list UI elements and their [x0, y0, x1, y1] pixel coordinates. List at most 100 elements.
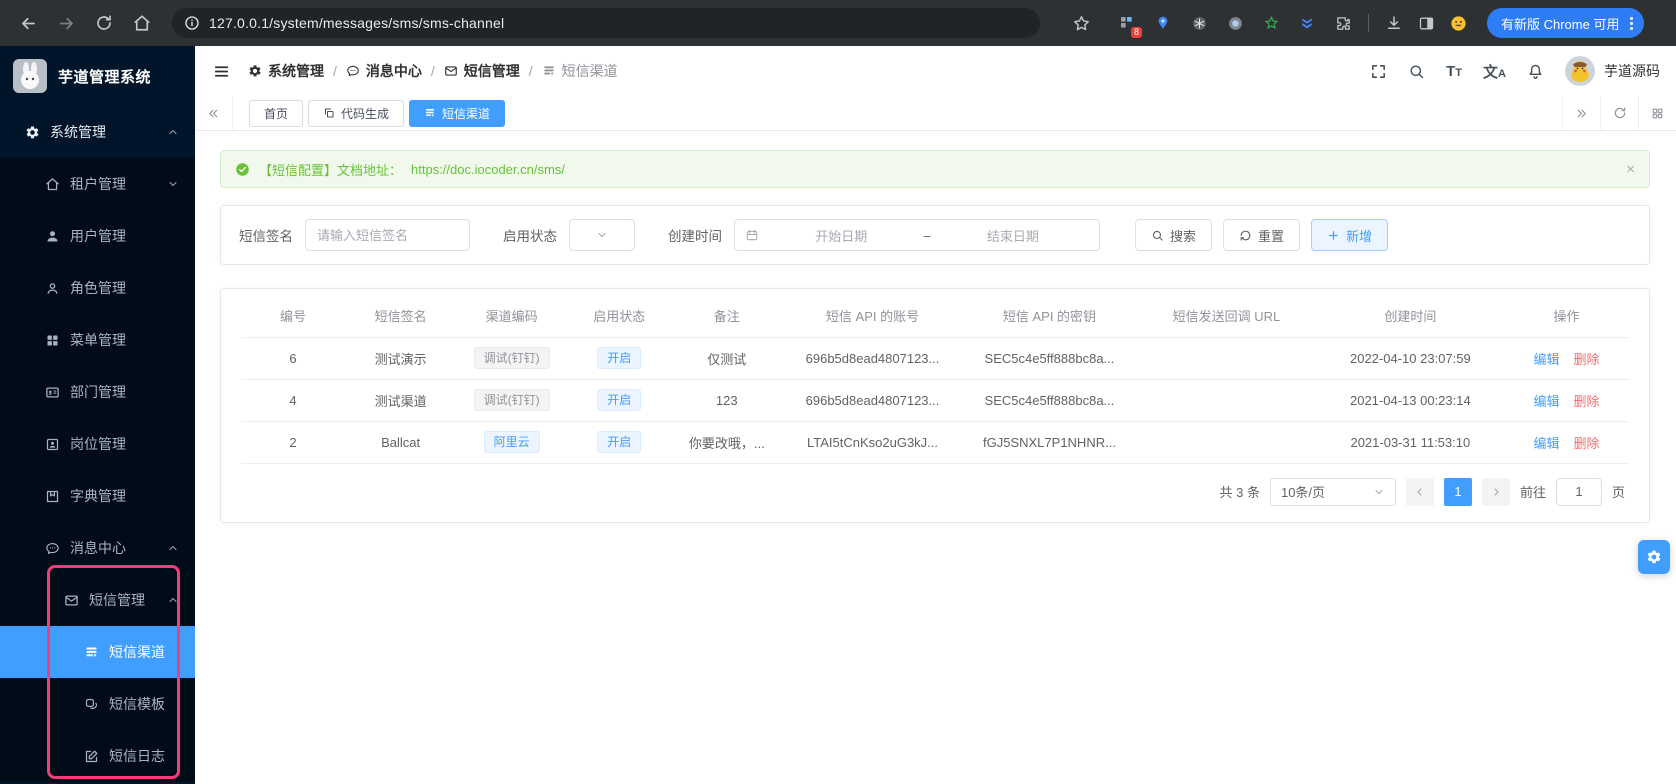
sign-input[interactable] [305, 219, 470, 251]
delete-link[interactable]: 删除 [1574, 352, 1600, 367]
sidebar-item-tenant[interactable]: 租户管理 [0, 158, 195, 210]
prev-page-button[interactable] [1405, 477, 1434, 506]
browser-toolbar: 127.0.0.1/system/messages/sms/sms-channe… [0, 0, 1676, 46]
tabs-options-button[interactable] [1638, 96, 1676, 130]
edit-link[interactable]: 编辑 [1534, 352, 1560, 367]
cell-api-secret: SEC5c4e5ff888bc8a... [962, 379, 1137, 422]
user-icon [47, 230, 58, 241]
total-count: 共 3 条 [1219, 485, 1260, 500]
double-chevron-left-icon [209, 109, 218, 117]
browser-menu-icon[interactable] [1625, 16, 1638, 30]
cell-channel: 调试(钉钉) [456, 337, 568, 380]
delete-link[interactable]: 删除 [1574, 394, 1600, 409]
sidebar-item-user[interactable]: 用户管理 [0, 210, 195, 262]
doc-alert: 【短信配置】文档地址： https://doc.iocoder.cn/sms/ … [220, 150, 1650, 188]
url-bar[interactable]: 127.0.0.1/system/messages/sms/sms-channe… [172, 8, 1040, 38]
reload-button[interactable] [88, 7, 120, 39]
add-button[interactable]: 新增 [1311, 219, 1389, 251]
cell-id: 4 [241, 379, 346, 422]
sidebar-item-label: 角色管理 [70, 280, 126, 296]
tab-sms-channel[interactable]: 短信渠道 [409, 99, 506, 127]
forward-button[interactable] [50, 7, 82, 39]
alert-close-icon[interactable]: × [1626, 161, 1635, 178]
sms-template-icon [85, 698, 98, 709]
sidebar-item-label: 短信管理 [89, 592, 145, 608]
chrome-update-button[interactable]: 有新版 Chrome 可用 [1487, 8, 1645, 38]
doc-link[interactable]: https://doc.iocoder.cn/sms/ [411, 162, 565, 177]
search-button[interactable]: 搜索 [1135, 219, 1213, 251]
sidebar-item-sms-channel[interactable]: 短信渠道 [0, 626, 195, 678]
collapse-sidebar-button[interactable] [213, 63, 230, 80]
extension-globe-icon[interactable] [1186, 10, 1212, 36]
emoji-extension-icon[interactable] [1445, 10, 1471, 36]
locale-icon[interactable]: 文A [1483, 61, 1506, 82]
extension-circle-icon[interactable] [1222, 10, 1248, 36]
font-size-icon[interactable]: TT [1446, 63, 1462, 80]
fullscreen-icon[interactable] [1370, 63, 1387, 80]
sidebar-item-dict[interactable]: 字典管理 [0, 470, 195, 522]
page-size-value: 10条/页 [1280, 485, 1326, 500]
date-range-picker[interactable]: 开始日期 – 结束日期 [734, 219, 1100, 251]
sidebar-item-sms[interactable]: 短信管理 [0, 574, 195, 626]
id-card-icon [46, 387, 59, 397]
sidebar-item-label: 消息中心 [70, 540, 126, 556]
cell-remark: 123 [671, 379, 783, 422]
house-icon [46, 177, 59, 190]
cell-id: 6 [241, 337, 346, 380]
chevron-up-icon [169, 545, 177, 551]
sidebar-item-sms-log[interactable]: 短信日志 [0, 730, 195, 782]
double-chevron-down-icon [1302, 18, 1312, 29]
bell-icon[interactable] [1527, 63, 1544, 80]
tab-codegen[interactable]: 代码生成 [308, 99, 405, 127]
extension-chevrons-icon[interactable] [1294, 10, 1320, 36]
tabs-scroll-left-button[interactable] [195, 96, 233, 130]
app-title: 芋道管理系统 [58, 68, 152, 86]
sidebar-item-system[interactable]: 系统管理 [0, 106, 195, 158]
delete-link[interactable]: 删除 [1574, 436, 1600, 451]
user-name[interactable]: 芋道源码 [1604, 61, 1660, 81]
status-select[interactable] [569, 219, 635, 251]
next-page-button[interactable] [1481, 477, 1510, 506]
extensions-menu-button[interactable] [1330, 10, 1356, 36]
edit-link[interactable]: 编辑 [1534, 436, 1560, 451]
theme-settings-button[interactable] [1638, 540, 1670, 574]
breadcrumb-item-sms-channel: 短信渠道 [542, 61, 618, 81]
extension-password-icon[interactable]: 8 [1114, 10, 1142, 38]
user-avatar[interactable] [1565, 56, 1595, 86]
sidebar-item-post[interactable]: 岗位管理 [0, 418, 195, 470]
breadcrumb-item-system[interactable]: 系统管理 [248, 61, 324, 81]
extension-star-icon[interactable] [1258, 10, 1284, 36]
sidebar-item-message-center[interactable]: 消息中心 [0, 522, 195, 574]
page-size-select[interactable]: 10条/页 [1269, 477, 1396, 506]
sidebar-item-sms-template[interactable]: 短信模板 [0, 678, 195, 730]
edit-link[interactable]: 编辑 [1534, 394, 1560, 409]
tabs-refresh-button[interactable] [1600, 96, 1638, 130]
bookmark-star-icon[interactable] [1068, 10, 1094, 36]
reset-button[interactable]: 重置 [1223, 219, 1301, 251]
channel-tag: 阿里云 [483, 431, 540, 453]
sidebar-item-role[interactable]: 角色管理 [0, 262, 195, 314]
breadcrumb-item-message-center[interactable]: 消息中心 [346, 61, 422, 81]
cell-actions: 编辑 删除 [1504, 379, 1629, 422]
extension-icons: 8 [1114, 10, 1356, 38]
search-icon[interactable] [1408, 63, 1425, 80]
side-panel-button[interactable] [1413, 10, 1439, 36]
extension-pin-icon[interactable] [1150, 10, 1176, 36]
home-button[interactable] [126, 7, 158, 39]
tabs-scroll-right-button[interactable] [1562, 96, 1600, 130]
extension-badge: 8 [1130, 27, 1142, 38]
sidebar-item-dept[interactable]: 部门管理 [0, 366, 195, 418]
downloads-button[interactable] [1381, 10, 1407, 36]
cell-actions: 编辑 删除 [1504, 421, 1629, 464]
back-button[interactable] [12, 7, 44, 39]
pagination: 共 3 条 10条/页 1 前往 1 页 [241, 477, 1629, 506]
breadcrumb-item-sms[interactable]: 短信管理 [444, 61, 520, 81]
logo[interactable]: 芋道管理系统 [0, 46, 195, 106]
sidebar-item-menu[interactable]: 菜单管理 [0, 314, 195, 366]
tabs: 首页 代码生成 短信渠道 [233, 99, 1562, 127]
sidebar-item-label: 岗位管理 [70, 436, 126, 452]
reset-icon [1240, 230, 1251, 241]
page-number-current[interactable]: 1 [1443, 477, 1472, 506]
goto-page-input[interactable] [1555, 477, 1602, 506]
tab-home[interactable]: 首页 [249, 99, 304, 127]
